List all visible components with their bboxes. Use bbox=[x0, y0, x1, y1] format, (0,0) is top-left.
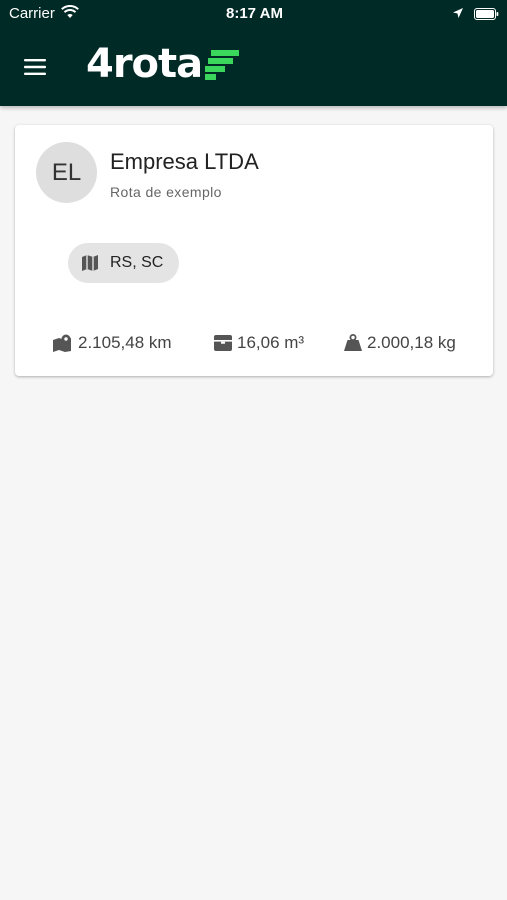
logo-text: 4rota bbox=[86, 41, 203, 87]
menu-button[interactable] bbox=[16, 50, 54, 84]
volume-stat: 16,06 m³ bbox=[213, 333, 304, 353]
box-icon bbox=[214, 335, 232, 351]
battery-icon bbox=[474, 7, 499, 24]
company-name: Empresa LTDA bbox=[110, 149, 259, 174]
app-header: Carrier 8:17 AM 4rota bbox=[0, 0, 507, 106]
wifi-icon bbox=[61, 5, 79, 23]
app-logo: 4rota bbox=[86, 41, 240, 87]
carrier-label: Carrier bbox=[9, 5, 55, 22]
location-arrow-icon bbox=[452, 6, 464, 23]
weight-stat: 2.000,18 kg bbox=[343, 333, 456, 353]
avatar: EL bbox=[36, 142, 97, 203]
states-chip-label: RS, SC bbox=[110, 254, 164, 271]
weight-value: 2.000,18 kg bbox=[367, 333, 456, 352]
map-route-icon bbox=[53, 334, 71, 352]
weight-icon bbox=[344, 334, 362, 351]
status-bar: Carrier 8:17 AM bbox=[0, 0, 507, 28]
states-chip[interactable]: RS, SC bbox=[68, 243, 179, 283]
distance-stat: 2.105,48 km bbox=[52, 333, 172, 353]
logo-speed-lines-icon bbox=[205, 50, 240, 80]
volume-value: 16,06 m³ bbox=[237, 333, 305, 352]
distance-value: 2.105,48 km bbox=[78, 333, 172, 352]
status-time: 8:17 AM bbox=[226, 5, 283, 22]
hamburger-menu-icon bbox=[24, 59, 46, 75]
route-name: Rota de exemplo bbox=[110, 184, 222, 200]
map-icon bbox=[82, 255, 98, 271]
route-card[interactable]: EL Empresa LTDA Rota de exemplo RS, SC 2… bbox=[15, 125, 493, 376]
